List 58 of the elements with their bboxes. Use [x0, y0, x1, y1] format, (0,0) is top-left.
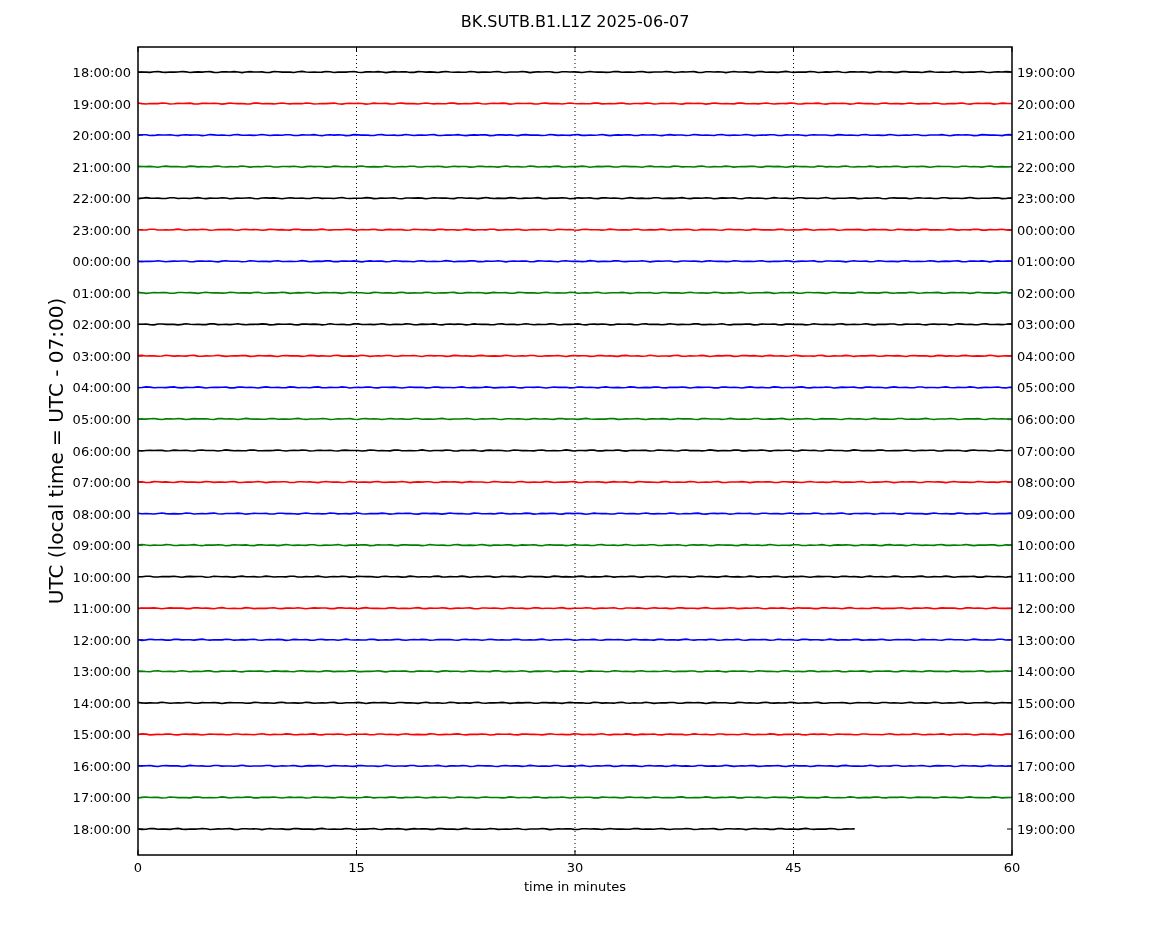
y-tick-label: 10:00:00	[1017, 538, 1076, 554]
y-tick-label: 05:00:00	[1017, 380, 1076, 396]
y-tick-label: 17:00:00	[72, 790, 131, 806]
chart-title: BK.SUTB.B1.L1Z 2025-06-07	[460, 12, 690, 31]
y-tick-label: 02:00:00	[72, 317, 131, 333]
y-tick-label: 10:00:00	[72, 569, 131, 585]
x-tick-label: 15	[348, 860, 365, 875]
y-tick-label: 08:00:00	[72, 506, 131, 522]
y-tick-label: 06:00:00	[72, 443, 131, 459]
y-tick-label: 16:00:00	[1017, 727, 1076, 743]
y-tick-label: 21:00:00	[1017, 128, 1076, 144]
y-tick-label: 07:00:00	[72, 475, 131, 491]
y-tick-label: 19:00:00	[72, 96, 131, 112]
y-tick-label: 23:00:00	[72, 222, 131, 238]
y-tick-label: 00:00:00	[72, 254, 131, 270]
y-tick-label: 03:00:00	[1017, 317, 1076, 333]
y-tick-label: 12:00:00	[1017, 601, 1076, 617]
y-tick-label: 22:00:00	[1017, 159, 1076, 175]
y-tick-label: 03:00:00	[72, 348, 131, 364]
y-tick-label: 18:00:00	[72, 65, 131, 80]
y-tick-label: 09:00:00	[72, 538, 131, 554]
y-tick-label: 05:00:00	[72, 411, 131, 427]
y-tick-label: 07:00:00	[1017, 443, 1076, 459]
y-tick-label: 08:00:00	[1017, 475, 1076, 491]
x-axis-label: time in minutes	[523, 879, 627, 894]
y-tick-label: 15:00:00	[72, 727, 131, 743]
y-tick-label: 13:00:00	[72, 664, 131, 680]
y-tick-label: 19:00:00	[1017, 65, 1076, 80]
y-tick-label: 18:00:00	[72, 822, 131, 837]
y-tick-label: 15:00:00	[1017, 695, 1076, 711]
y-tick-label: 20:00:00	[72, 128, 131, 144]
y-tick-label: 18:00:00	[1017, 790, 1076, 806]
y-tick-label: 04:00:00	[72, 380, 131, 396]
y-tick-label: 11:00:00	[1017, 569, 1076, 585]
x-tick-label: 0	[133, 860, 143, 875]
y-tick-label: 16:00:00	[72, 758, 131, 774]
x-tick-label: 30	[566, 860, 584, 875]
y-tick-label: 02:00:00	[1017, 285, 1076, 301]
y-tick-label: 04:00:00	[1017, 348, 1076, 364]
x-tick-label: 45	[785, 860, 802, 875]
x-tick-label: 60	[1003, 860, 1021, 875]
y-tick-label: 20:00:00	[1017, 96, 1076, 112]
y-tick-label: 22:00:00	[72, 191, 131, 207]
y-tick-label: 14:00:00	[1017, 664, 1076, 680]
y-tick-label: 09:00:00	[1017, 506, 1076, 522]
y-tick-label: 19:00:00	[1017, 822, 1076, 837]
y-tick-label: 01:00:00	[1017, 254, 1076, 270]
y-axis-label: UTC (local time = UTC - 07:00)	[44, 297, 68, 605]
y-tick-label: 06:00:00	[1017, 411, 1076, 427]
y-tick-label: 12:00:00	[72, 632, 131, 648]
y-tick-label: 13:00:00	[1017, 632, 1076, 648]
y-tick-label: 14:00:00	[72, 695, 131, 711]
y-tick-label: 11:00:00	[72, 601, 131, 617]
y-tick-label: 23:00:00	[1017, 191, 1076, 207]
y-tick-label: 01:00:00	[72, 285, 131, 301]
y-tick-label: 21:00:00	[72, 159, 131, 175]
y-tick-label: 00:00:00	[1017, 222, 1076, 238]
y-tick-label: 17:00:00	[1017, 758, 1076, 774]
